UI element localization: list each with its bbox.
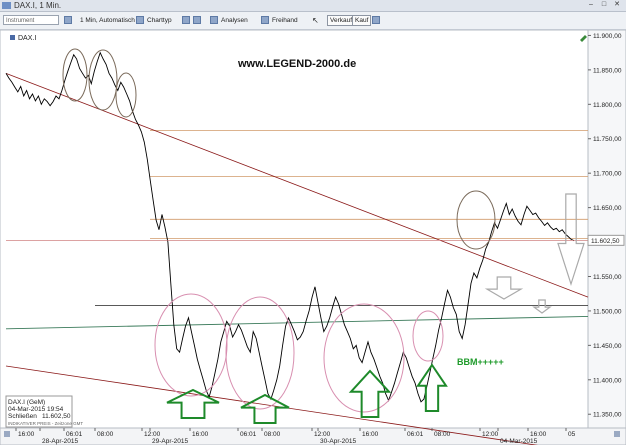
window-titlebar: DAX.I, 1 Min. – □ ✕ (0, 0, 626, 12)
x-tick-label: 29-Apr-2015 (152, 438, 189, 445)
zoom-out-icon[interactable] (193, 16, 201, 24)
y-tick-label: 11.900,00 (593, 33, 622, 40)
symbol-icon (10, 35, 15, 40)
settings-icon[interactable] (372, 16, 380, 24)
x-tick-label: 16:00 (530, 431, 547, 438)
price-chart[interactable]: DAX.I 11.900,00 11.850,00 11.800,00 11.750,0… (0, 30, 626, 445)
minimize-icon[interactable]: – (586, 1, 596, 9)
y-tick-label: 11.450,00 (593, 343, 622, 350)
x-tick-label: 28-Apr-2015 (42, 438, 79, 445)
scroll-right-icon[interactable] (614, 431, 620, 437)
app-icon (2, 2, 11, 9)
info-box-close-label: Schließen (8, 413, 37, 420)
y-tick-label: 11.400,00 (593, 377, 622, 384)
interval-select[interactable]: 1 Min, Automatisch (80, 15, 135, 26)
charttype-menu[interactable]: Charttyp (147, 15, 172, 26)
x-tick-label: 06:01 (66, 431, 83, 438)
info-box-close-value: 11.602,50 (42, 413, 71, 420)
bbm-annotation: BBM+++++ (457, 357, 504, 367)
x-tick-label: 08:00 (264, 431, 281, 438)
y-tick-label: 11.750,00 (593, 136, 622, 143)
scroll-left-icon[interactable] (4, 431, 10, 437)
x-tick-label: 08:00 (434, 431, 451, 438)
x-tick-label: 06:01 (240, 431, 257, 438)
y-tick-label: 11.550,00 (593, 274, 622, 281)
x-tick-label: 06:01 (407, 431, 424, 438)
x-tick-label: 12:00 (144, 431, 161, 438)
y-tick-label: 11.800,00 (593, 102, 622, 109)
window-title: DAX.I, 1 Min. (14, 1, 62, 10)
close-icon[interactable]: ✕ (612, 1, 622, 9)
y-tick-label: 11.700,00 (593, 171, 622, 178)
watermark-text: www.LEGEND-2000.de (237, 58, 356, 70)
x-tick-label: 08:00 (97, 431, 114, 438)
x-tick-label: 16:00 (192, 431, 209, 438)
analyses-menu[interactable]: Analysen (221, 15, 248, 26)
x-tick-label: 16:00 (18, 431, 35, 438)
info-box-indicator: INDIKATIVER PREIS - Zeitzone GMT (8, 421, 83, 426)
chart-icon[interactable] (64, 16, 72, 24)
zoom-in-icon[interactable] (182, 16, 190, 24)
last-price-label: 11.602,50 (591, 238, 620, 245)
info-box-name: DAX.I (GeM) (8, 399, 45, 406)
x-tick-label: 12:00 (482, 431, 499, 438)
x-tick-label: 30-Apr-2015 (320, 438, 357, 445)
freehand-icon (261, 16, 269, 24)
x-tick-label: 16:00 (362, 431, 379, 438)
maximize-icon[interactable]: □ (599, 1, 609, 9)
x-tick-label: 04-Mar-2015 (500, 438, 538, 445)
x-tick-label: 12:00 (314, 431, 331, 438)
x-tick-label: 05 (568, 431, 576, 438)
charttype-icon (136, 16, 144, 24)
chart-toolbar: Instrument 1 Min, Automatisch Charttyp A… (0, 12, 626, 30)
buy-button[interactable]: Kauf (352, 15, 372, 26)
sell-button[interactable]: Verkauf (327, 15, 356, 26)
freehand-menu[interactable]: Freihand (272, 15, 298, 26)
analyses-icon (210, 16, 218, 24)
y-axis-panel (587, 30, 626, 429)
info-box-date: 04-Mar-2015 19:54 (8, 406, 64, 413)
window-controls: – □ ✕ (586, 1, 622, 9)
y-tick-label: 11.350,00 (593, 412, 622, 419)
y-tick-label: 11.850,00 (593, 67, 622, 74)
y-tick-label: 11.500,00 (593, 308, 622, 315)
plot-area (0, 30, 589, 429)
cursor-icon[interactable]: ↖ (312, 15, 319, 26)
y-tick-label: 11.650,00 (593, 205, 622, 212)
instrument-input[interactable]: Instrument (3, 15, 59, 25)
symbol-label: DAX.I (18, 35, 36, 42)
